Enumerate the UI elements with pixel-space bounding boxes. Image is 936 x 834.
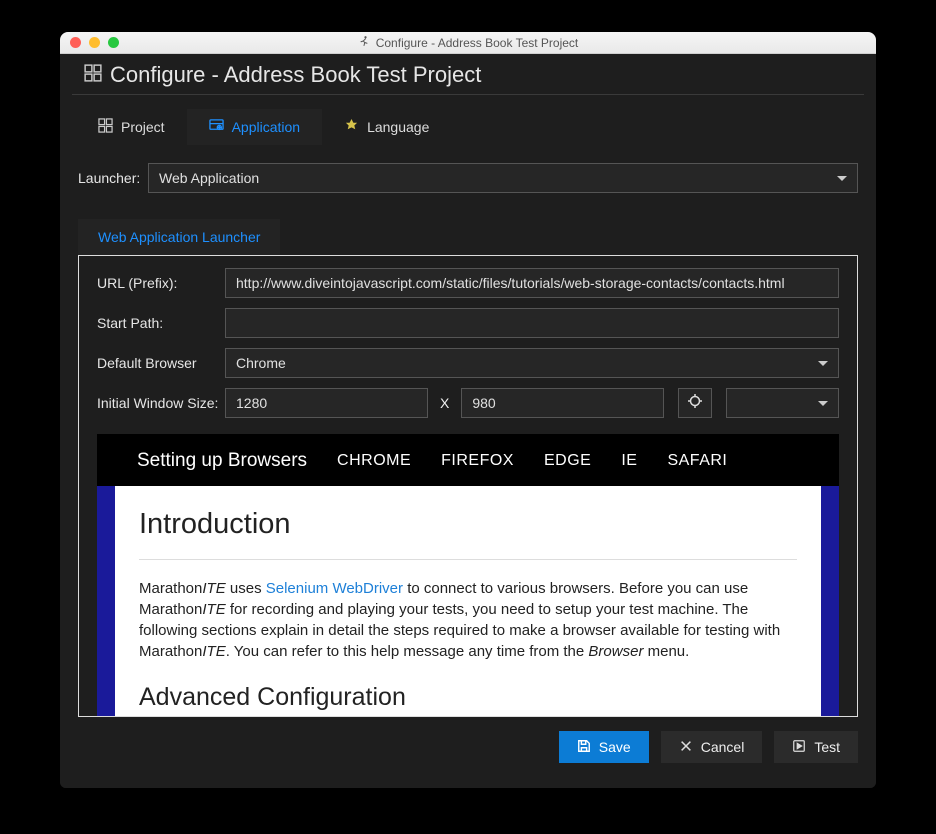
save-button[interactable]: Save bbox=[559, 731, 649, 763]
x-label: X bbox=[440, 395, 449, 411]
default-browser-label: Default Browser bbox=[97, 355, 225, 371]
running-person-icon bbox=[358, 35, 370, 50]
language-icon bbox=[344, 118, 359, 136]
chevron-down-icon bbox=[837, 176, 847, 181]
browser-link-safari[interactable]: SAFARI bbox=[667, 452, 727, 470]
url-label: URL (Prefix): bbox=[97, 275, 225, 291]
minimize-window-button[interactable] bbox=[89, 37, 100, 48]
start-path-input[interactable] bbox=[225, 308, 839, 338]
test-button[interactable]: Test bbox=[774, 731, 858, 763]
window-controls bbox=[60, 37, 119, 48]
titlebar: Configure - Address Book Test Project bbox=[60, 32, 876, 54]
preset-size-select[interactable] bbox=[726, 388, 839, 418]
play-icon bbox=[792, 739, 806, 756]
tab-project[interactable]: Project bbox=[76, 109, 187, 145]
close-window-button[interactable] bbox=[70, 37, 81, 48]
default-browser-select[interactable]: Chrome bbox=[225, 348, 839, 378]
selenium-webdriver-link[interactable]: Selenium WebDriver bbox=[266, 580, 403, 597]
configure-window: Configure - Address Book Test Project Co… bbox=[60, 32, 876, 788]
default-browser-value: Chrome bbox=[236, 355, 286, 371]
cancel-label: Cancel bbox=[701, 739, 745, 755]
save-label: Save bbox=[599, 739, 631, 755]
browser-link-firefox[interactable]: FIREFOX bbox=[441, 452, 514, 470]
grid-icon bbox=[84, 62, 102, 88]
browser-link-edge[interactable]: EDGE bbox=[544, 452, 591, 470]
window-title: Configure - Address Book Test Project bbox=[376, 36, 579, 50]
initial-size-label: Initial Window Size: bbox=[97, 395, 225, 411]
close-icon bbox=[679, 739, 693, 756]
window-width-input[interactable] bbox=[225, 388, 428, 418]
detect-size-button[interactable] bbox=[678, 388, 712, 418]
tabs: Project Application Language bbox=[76, 109, 860, 145]
window-height-input[interactable] bbox=[461, 388, 664, 418]
test-label: Test bbox=[814, 739, 840, 755]
tab-project-label: Project bbox=[121, 119, 165, 135]
launcher-label: Launcher: bbox=[78, 170, 148, 186]
project-icon bbox=[98, 118, 113, 136]
launcher-select[interactable]: Web Application bbox=[148, 163, 858, 193]
page-title: Configure - Address Book Test Project bbox=[72, 54, 864, 95]
tab-language-label: Language bbox=[367, 119, 429, 135]
launcher-value: Web Application bbox=[159, 170, 259, 186]
help-document: Introduction MarathonITE uses Selenium W… bbox=[115, 486, 821, 716]
browsers-nav: Setting up Browsers CHROME FIREFOX EDGE … bbox=[97, 434, 839, 486]
help-document-frame: Introduction MarathonITE uses Selenium W… bbox=[97, 486, 839, 716]
url-input[interactable] bbox=[225, 268, 839, 298]
doc-paragraph-1: MarathonITE uses Selenium WebDriver to c… bbox=[139, 578, 797, 662]
browsers-title: Setting up Browsers bbox=[137, 450, 307, 472]
launcher-form: URL (Prefix): Start Path: Default Browse… bbox=[78, 255, 858, 717]
chevron-down-icon bbox=[818, 401, 828, 406]
footer-buttons: Save Cancel Test bbox=[60, 717, 876, 763]
tab-language[interactable]: Language bbox=[322, 109, 451, 145]
tab-application-label: Application bbox=[232, 119, 301, 135]
doc-heading-advanced: Advanced Configuration bbox=[139, 680, 797, 715]
browser-link-ie[interactable]: IE bbox=[621, 452, 637, 470]
target-icon bbox=[687, 393, 703, 414]
save-icon bbox=[577, 739, 591, 756]
doc-heading-introduction: Introduction bbox=[139, 504, 797, 545]
cancel-button[interactable]: Cancel bbox=[661, 731, 763, 763]
start-path-label: Start Path: bbox=[97, 315, 225, 331]
subtab-web-app-launcher[interactable]: Web Application Launcher bbox=[78, 219, 280, 255]
chevron-down-icon bbox=[818, 361, 828, 366]
application-icon bbox=[209, 118, 224, 136]
maximize-window-button[interactable] bbox=[108, 37, 119, 48]
page-title-text: Configure - Address Book Test Project bbox=[110, 62, 481, 88]
browser-link-chrome[interactable]: CHROME bbox=[337, 452, 411, 470]
tab-application[interactable]: Application bbox=[187, 109, 323, 145]
